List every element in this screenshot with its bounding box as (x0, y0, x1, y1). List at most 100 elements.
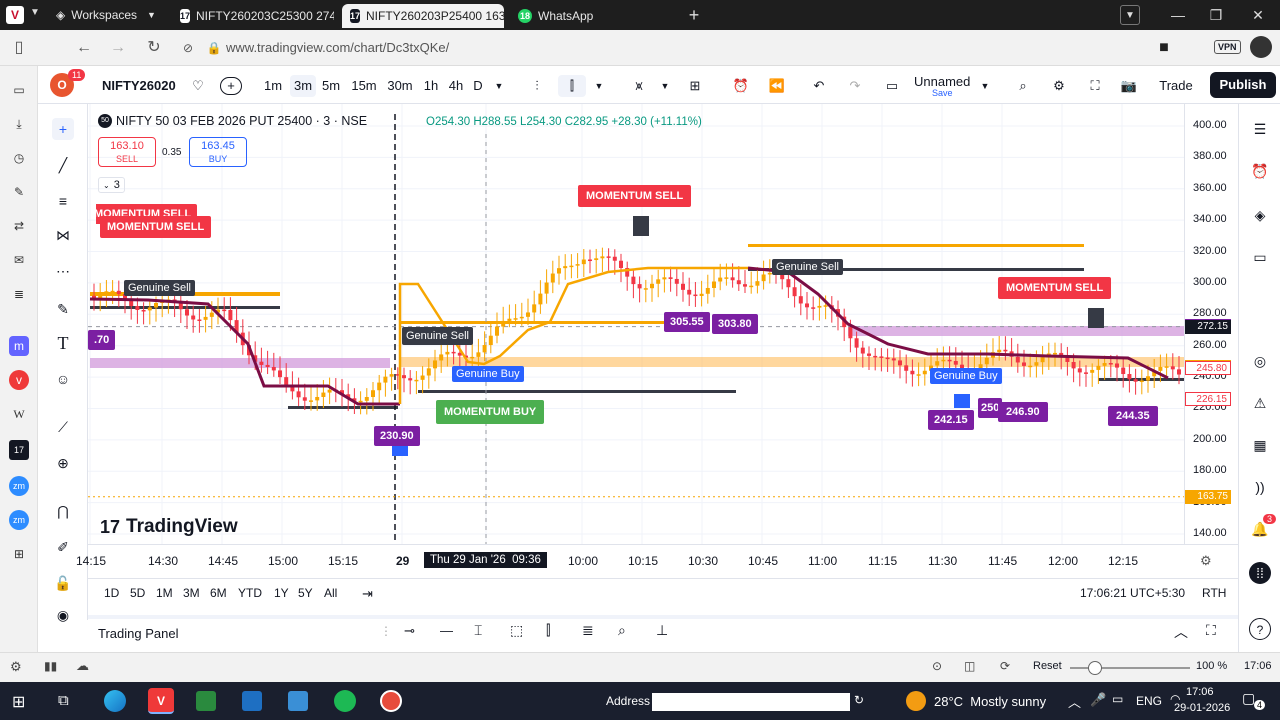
panel-tool-callout-icon[interactable]: ⌕ (618, 622, 626, 639)
forward-arrow-icon[interactable]: → (108, 38, 128, 58)
panel-tool-candles-icon[interactable]: ⫿ (546, 622, 550, 639)
spotify-icon[interactable] (334, 690, 356, 712)
fullscreen-icon[interactable]: ⛶ (1084, 75, 1106, 97)
site-settings-icon[interactable]: ⊘ (178, 38, 198, 58)
compare-symbol-icon[interactable]: ♡ (188, 75, 208, 97)
close-icon[interactable]: ✕ (1248, 5, 1268, 25)
range-1D[interactable]: 1D (104, 586, 119, 600)
vpn-badge[interactable]: VPN (1214, 40, 1241, 54)
time-axis-settings-icon[interactable]: ⚙ (1200, 553, 1212, 569)
address-go-icon[interactable]: ↻ (854, 693, 864, 707)
app-taskbar-icon[interactable] (288, 691, 308, 711)
wikipedia-icon[interactable]: W (9, 404, 29, 424)
bookmark-icon[interactable]: ■ (1154, 38, 1174, 58)
replay-icon[interactable]: ⏪ (766, 75, 788, 97)
workspaces-button[interactable]: ◈ Workspaces ▼ (56, 6, 156, 24)
crosshair-icon[interactable]: + (52, 118, 74, 140)
maximize-icon[interactable]: ❐ (1206, 5, 1226, 25)
interval-5m[interactable]: 5m (320, 75, 342, 97)
range-All[interactable]: All (324, 586, 337, 600)
start-windows-icon[interactable]: ⊞ (12, 692, 25, 712)
panel-maximize-icon[interactable]: ⛶ (1206, 622, 1216, 639)
tab-search-chevron-icon[interactable]: ▼ (1120, 5, 1140, 25)
panel-tool-vline-icon[interactable]: ⊥ (656, 622, 668, 639)
panel-tool-line-icon[interactable]: ⊸ (404, 623, 415, 639)
task-view-icon[interactable]: ⧉ (58, 692, 69, 709)
layout-icon[interactable]: ▭ (882, 75, 902, 97)
ruler-icon[interactable]: ⟋ (52, 416, 74, 438)
range-3M[interactable]: 3M (183, 586, 200, 600)
goto-date-icon[interactable]: ⇥ (362, 586, 373, 602)
sell-button[interactable]: 163.10 SELL (98, 137, 156, 167)
trading-panel-label[interactable]: Trading Panel (98, 626, 178, 641)
publish-button[interactable]: Publish (1210, 72, 1276, 98)
add-panel-icon[interactable]: ⊞ (9, 544, 29, 564)
reload-icon[interactable]: ↻ (144, 38, 164, 58)
watchlist-icon[interactable]: ☰ (1249, 118, 1271, 140)
history-icon[interactable]: ◷ (9, 148, 29, 168)
tradingview-panel-icon[interactable]: 17 (9, 440, 29, 460)
zoom-reset-button[interactable]: Reset (1033, 660, 1062, 672)
interval-dropdown-chevron-icon[interactable]: ▼ (492, 75, 506, 97)
interval-1h[interactable]: 1h (422, 75, 440, 97)
chart-pane[interactable]: 50 NIFTY 50 03 FEB 2026 PUT 25400 · 3 · … (88, 104, 1184, 544)
page-actions-icon[interactable]: ⟳ (1000, 659, 1010, 673)
browser-tab-whatsapp[interactable]: 18 WhatsApp (510, 4, 678, 28)
fib-icon[interactable]: ⋯ (52, 260, 74, 282)
mail-icon[interactable]: ✉ (9, 250, 29, 270)
app-taskbar-icon[interactable] (196, 691, 216, 711)
interval-D[interactable]: D (472, 75, 484, 97)
range-6M[interactable]: 6M (210, 586, 227, 600)
indicators-chevron-icon[interactable]: ▼ (658, 75, 672, 97)
magnet-icon[interactable]: ⋂ (52, 500, 74, 522)
new-tab-plus-icon[interactable]: + (684, 5, 704, 25)
mastodon-icon[interactable]: m (9, 336, 29, 356)
panel-tool-lines-icon[interactable]: ≣ (582, 622, 594, 639)
mic-icon[interactable]: 🎤 (1090, 692, 1106, 708)
browser-logo-icon[interactable]: V (6, 6, 24, 24)
eye-visibility-icon[interactable]: ◉ (52, 604, 74, 626)
target-icon[interactable]: ◎ (1249, 350, 1271, 372)
vivaldi-icon[interactable]: v (9, 370, 29, 390)
price-chart-svg[interactable] (88, 104, 1184, 544)
zoom-icon[interactable]: zm (9, 476, 29, 496)
tray-chevron-icon[interactable]: ︿ (1068, 692, 1081, 711)
calendar-icon[interactable]: ▦ (1249, 434, 1271, 456)
layout-name[interactable]: Unnamed (914, 74, 970, 89)
time-axis[interactable]: Thu 29 Jan '26 09:36 ⚙ 14:15 14:30 14:45 15… (76, 544, 1238, 576)
layout-chevron-icon[interactable]: ▼ (978, 75, 992, 97)
candle-style-icon[interactable]: ⫿ (558, 75, 586, 97)
symbol-search-button[interactable]: NIFTY26020 (102, 75, 182, 97)
taskbar-time[interactable]: 17:06 (1186, 686, 1214, 698)
quick-search-icon[interactable]: ⌕ (1012, 75, 1034, 97)
browser-tab-call[interactable]: 17 NIFTY260203C25300 274.9 (172, 4, 334, 28)
settings-gear-icon[interactable]: ⚙ (10, 659, 22, 675)
layers-icon[interactable]: ◈ (1249, 204, 1271, 226)
price-axis[interactable]: 400.00 380.00 360.00 340.00 320.00 300.00 280.… (1184, 104, 1238, 544)
edge-icon[interactable] (104, 690, 126, 712)
range-5D[interactable]: 5D (130, 586, 145, 600)
emoji-icon[interactable]: ☺ (52, 368, 74, 390)
taskbar-date[interactable]: 29-01-2026 (1174, 702, 1230, 714)
brush-icon[interactable]: ✎ (52, 298, 74, 320)
panel-tool-measure-icon[interactable]: ⌶ (474, 622, 482, 639)
panel-toggle-icon[interactable]: ▮▮ (44, 659, 57, 673)
range-YTD[interactable]: YTD (238, 586, 262, 600)
undo-icon[interactable]: ↶ (808, 75, 830, 97)
browser-menu-chevron-icon[interactable]: ▼ (30, 7, 40, 18)
zoom-slider-thumb[interactable] (1088, 661, 1102, 675)
layout-save-label[interactable]: Save (932, 88, 953, 98)
horizontal-lines-icon[interactable]: ≡ (52, 190, 74, 212)
drag-handle-icon[interactable]: ⋮ (380, 624, 392, 638)
templates-icon[interactable]: ⊞ (684, 75, 706, 97)
buy-button[interactable]: 163.45 BUY (189, 137, 247, 167)
zoom-icon[interactable]: zm (9, 510, 29, 530)
bookmarks-icon[interactable]: ▭ (9, 80, 29, 100)
notes-icon[interactable]: ✎ (9, 182, 29, 202)
address-toolbar-input[interactable] (652, 693, 850, 711)
network-icon[interactable]: ▭ (1112, 692, 1123, 706)
weather-text[interactable]: 28°C Mostly sunny (934, 694, 1046, 709)
range-1M[interactable]: 1M (156, 586, 173, 600)
interval-3m[interactable]: 3m (290, 75, 316, 97)
pattern-icon[interactable]: ⋈ (52, 224, 74, 246)
